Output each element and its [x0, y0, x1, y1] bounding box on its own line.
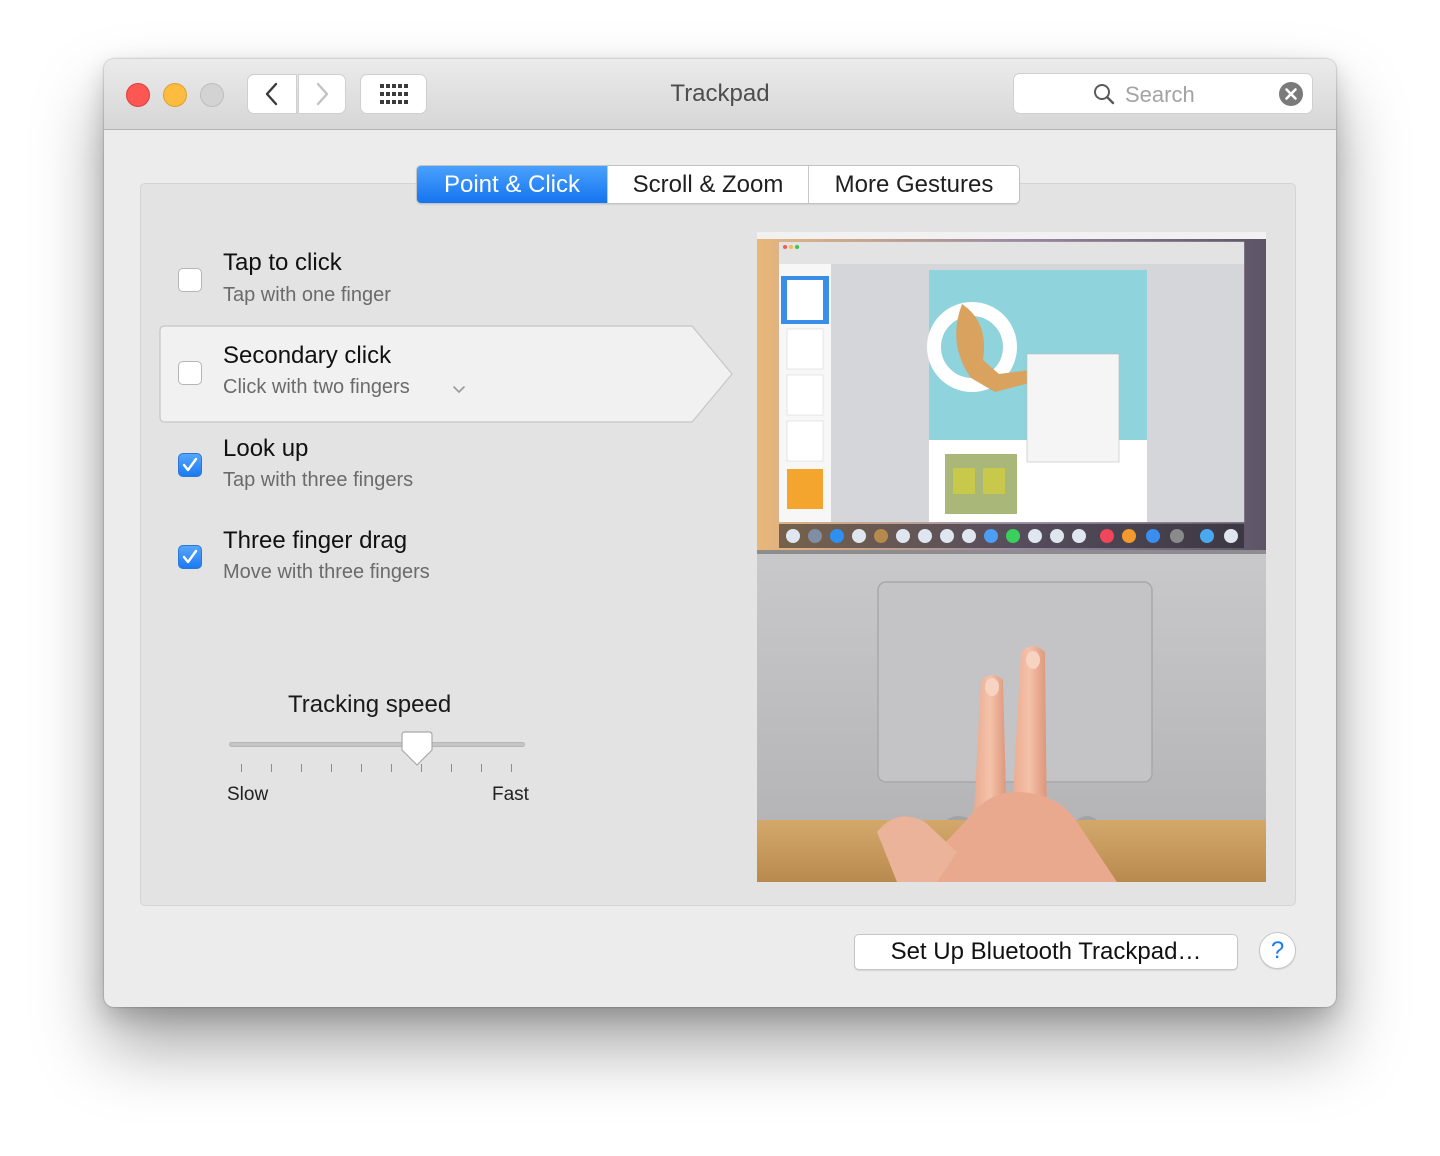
tab-scroll-and-zoom[interactable]: Scroll & Zoom [608, 166, 809, 203]
three-finger-drag-checkbox[interactable] [178, 545, 202, 569]
tracking-speed-label: Tracking speed [288, 691, 452, 718]
checkmark-icon [182, 457, 198, 472]
preferences-window: Trackpad Search Point & Click Scroll & Z… [104, 59, 1336, 1007]
tracking-speed-track[interactable] [229, 742, 525, 747]
help-button[interactable]: ? [1259, 932, 1296, 969]
slider-tick [271, 764, 272, 772]
title-bar: Trackpad Search [104, 59, 1336, 130]
search-field[interactable]: Search [1013, 73, 1313, 114]
look-up-checkbox[interactable] [178, 453, 202, 477]
tracking-fast-label: Fast [492, 784, 529, 805]
slider-tick [241, 764, 242, 772]
slider-tick [511, 764, 512, 772]
three-finger-drag-description: Move with three fingers [223, 561, 430, 583]
tab-point-and-click[interactable]: Point & Click [417, 166, 608, 203]
slider-tick [451, 764, 452, 772]
secondary-click-checkbox[interactable] [178, 361, 202, 385]
clear-search-icon[interactable] [1278, 81, 1304, 107]
tab-bar: Point & Click Scroll & Zoom More Gesture… [416, 165, 1020, 204]
gesture-preview-video [757, 232, 1266, 882]
set-up-bluetooth-trackpad-button[interactable]: Set Up Bluetooth Trackpad… [854, 934, 1238, 970]
slider-tick [301, 764, 302, 772]
slider-tick [361, 764, 362, 772]
chevron-down-icon[interactable] [452, 385, 466, 395]
tap-to-click-checkbox[interactable] [178, 268, 202, 292]
tab-more-gestures[interactable]: More Gestures [809, 166, 1019, 203]
tap-to-click-description: Tap with one finger [223, 284, 391, 306]
search-icon [1094, 84, 1115, 105]
slider-tick [391, 764, 392, 772]
tracking-slow-label: Slow [227, 784, 269, 805]
tracking-speed-knob[interactable] [400, 731, 433, 767]
slider-tick [331, 764, 332, 772]
secondary-click-label: Secondary click [223, 342, 392, 369]
look-up-label: Look up [223, 435, 309, 462]
three-finger-drag-label: Three finger drag [223, 527, 408, 554]
secondary-click-description: Click with two fingers [223, 376, 410, 398]
look-up-description: Tap with three fingers [223, 469, 414, 491]
tap-to-click-label: Tap to click [223, 249, 342, 276]
search-placeholder: Search [1125, 82, 1195, 107]
checkmark-icon [182, 549, 198, 564]
selected-option-highlight [159, 325, 733, 423]
slider-tick [481, 764, 482, 772]
